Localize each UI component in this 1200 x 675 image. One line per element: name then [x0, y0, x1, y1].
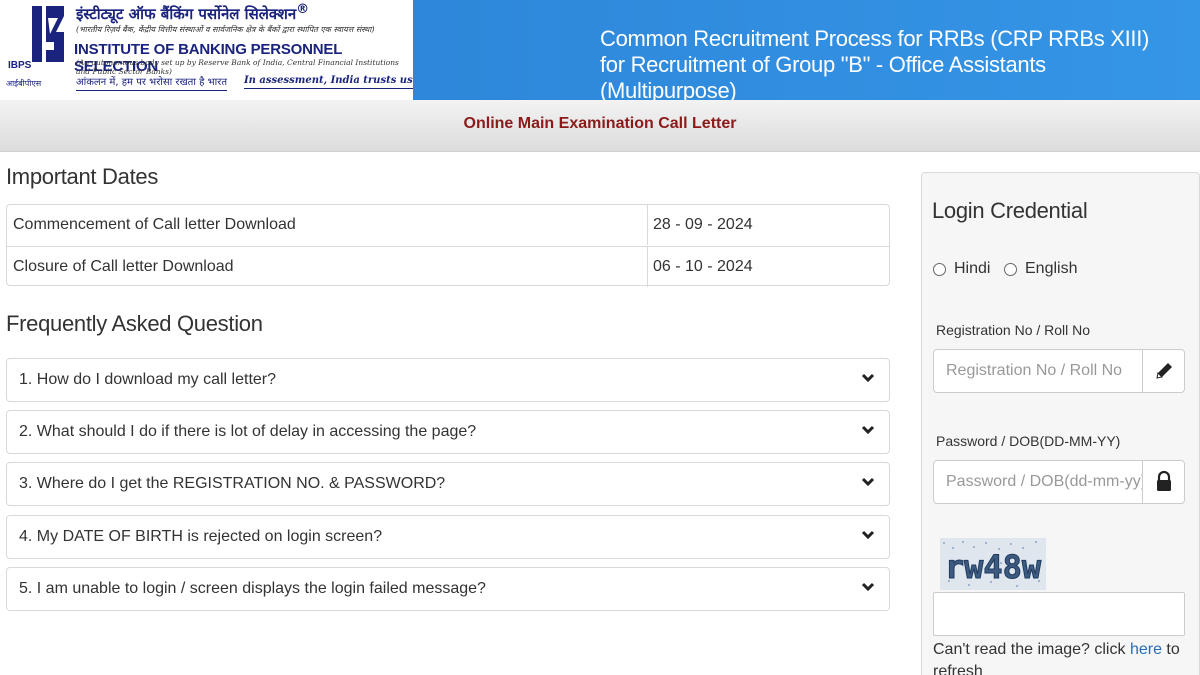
date-label: Commencement of Call letter Download — [13, 216, 296, 233]
table-row: Commencement of Call letter Download 28 … — [7, 205, 889, 245]
chevron-down-icon[interactable] — [861, 423, 875, 437]
captcha-text: rw48w — [945, 548, 1042, 586]
faq-heading: Frequently Asked Question — [6, 311, 263, 336]
date-value: 28 - 09 - 2024 — [653, 216, 753, 233]
pencil-icon — [1156, 363, 1172, 379]
language-label-english[interactable]: English — [1025, 260, 1077, 278]
faq-item-2[interactable]: 2. What should I do if there is lot of d… — [6, 410, 890, 454]
registration-addon — [1142, 350, 1184, 392]
lock-icon — [1157, 470, 1171, 491]
faq-item-5[interactable]: 5. I am unable to login / screen display… — [6, 567, 890, 611]
registration-label: Registration No / Roll No — [936, 322, 1091, 338]
faq-item-4[interactable]: 4. My DATE OF BIRTH is rejected on login… — [6, 515, 890, 559]
login-heading: Login Credential — [932, 198, 1088, 223]
captcha-image: rw48w — [940, 538, 1046, 590]
chevron-down-icon[interactable] — [861, 475, 875, 489]
language-label-hindi[interactable]: Hindi — [954, 260, 990, 278]
logo-english-tagline: In assessment, India trusts us — [244, 75, 413, 89]
language-radio-hindi[interactable] — [933, 263, 946, 276]
chevron-down-icon[interactable] — [861, 528, 875, 542]
ibps-short-name-hindi: आईबीपीएस — [6, 79, 42, 88]
table-row: Closure of Call letter Download 06 - 10 … — [7, 246, 889, 287]
chevron-down-icon[interactable] — [861, 371, 875, 385]
captcha-refresh-link[interactable]: here — [1130, 641, 1162, 658]
chevron-down-icon[interactable] — [861, 580, 875, 594]
page-header-title: Common Recruitment Process for RRBs (CRP… — [600, 26, 1150, 103]
important-dates-table: Commencement of Call letter Download 28 … — [6, 204, 890, 287]
date-value: 06 - 10 - 2024 — [653, 258, 753, 275]
password-input[interactable] — [934, 461, 1144, 503]
logo-hindi-subtitle: (भारतीय रिज़र्व बैंक, केंद्रीय वित्तीय स… — [76, 25, 375, 34]
captcha-refresh-text: Can't read the image? click here to refr… — [933, 641, 1180, 675]
registration-field-group — [933, 349, 1185, 393]
column-divider — [647, 247, 648, 287]
logo-hindi-tagline: आंकलन में, हम पर भरोसा रखता है भारत — [76, 74, 228, 91]
column-divider — [647, 205, 648, 245]
date-label: Closure of Call letter Download — [13, 258, 234, 275]
ibps-logo: IBPS आईबीपीएस इंस्टीट्यूट ऑफ बैंकिंग पर्… — [0, 0, 413, 100]
faq-question: 1. How do I download my call letter? — [19, 371, 277, 388]
page-subheader: Online Main Examination Call Letter — [0, 100, 1200, 152]
faq-question: 2. What should I do if there is lot of d… — [19, 423, 477, 440]
password-label: Password / DOB(DD-MM-YY) — [936, 433, 1121, 449]
password-field-group — [933, 460, 1185, 504]
important-dates-heading: Important Dates — [6, 164, 159, 189]
captcha-input[interactable] — [933, 592, 1185, 636]
faq-question: 4. My DATE OF BIRTH is rejected on login… — [19, 528, 383, 545]
logo-hindi-name: इंस्टीट्यूट ऑफ बैंकिंग पर्सोनेल सिलेक्शन… — [76, 2, 310, 23]
ibps-short-name: IBPS — [8, 60, 32, 71]
faq-question: 5. I am unable to login / screen display… — [19, 580, 486, 597]
page-header: IBPS आईबीपीएस इंस्टीट्यूट ऑफ बैंकिंग पर्… — [0, 0, 1200, 103]
faq-question: 3. Where do I get the REGISTRATION NO. &… — [19, 475, 446, 492]
page-title: Online Main Examination Call Letter — [463, 115, 737, 132]
language-radio-english[interactable] — [1004, 263, 1017, 276]
registration-input[interactable] — [934, 350, 1144, 392]
password-addon — [1142, 461, 1184, 503]
faq-item-1[interactable]: 1. How do I download my call letter? — [6, 358, 890, 402]
faq-item-3[interactable]: 3. Where do I get the REGISTRATION NO. &… — [6, 462, 890, 506]
